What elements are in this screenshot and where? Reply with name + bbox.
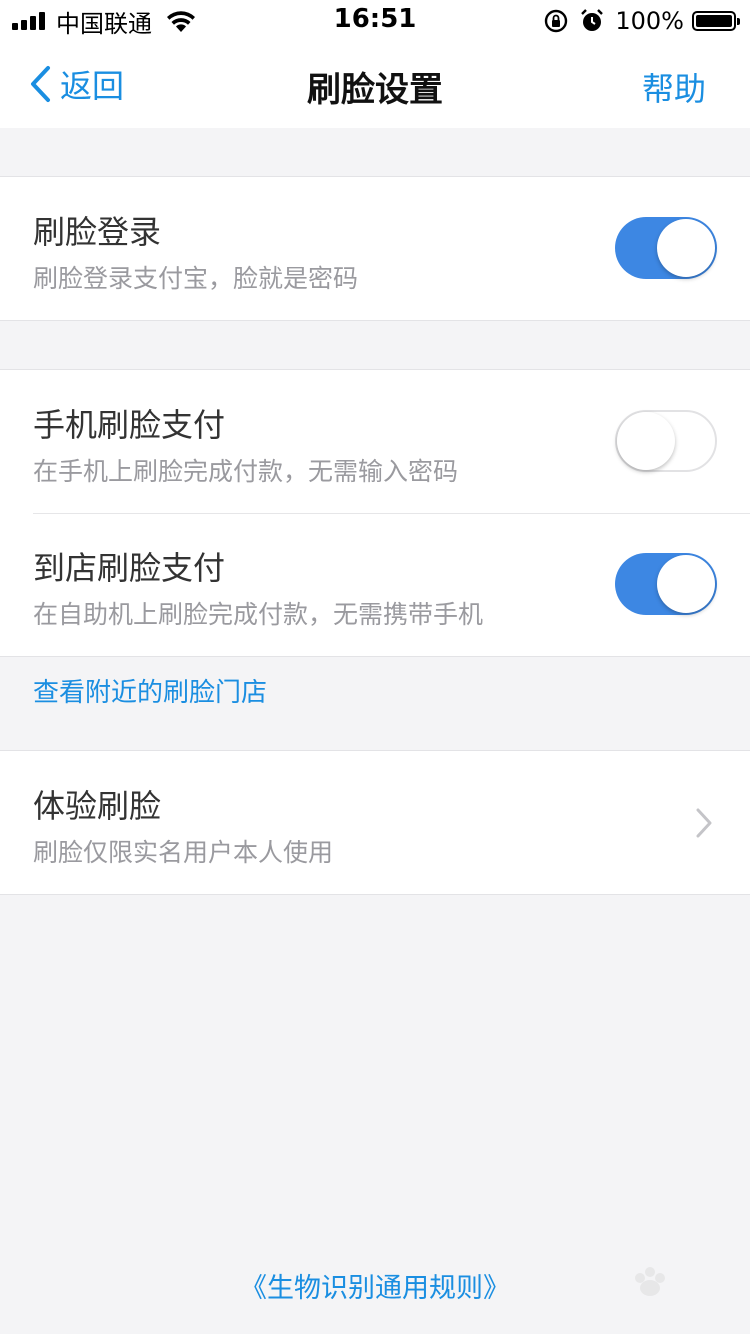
try-face-row[interactable]: 体验刷脸 刷脸仅限实名用户本人使用 [0,751,750,894]
page-title: 刷脸设置 [307,70,443,110]
face-login-row: 刷脸登录 刷脸登录支付宝，脸就是密码 [0,177,750,320]
store-face-pay-title: 到店刷脸支付 [33,549,226,587]
try-face-title: 体验刷脸 [33,787,162,825]
battery-icon [692,11,740,31]
store-face-pay-toggle[interactable] [615,553,717,615]
navigation-bar: 返回 刷脸设置 帮助 [0,40,750,128]
battery-percent: 100% [615,7,684,35]
phone-face-pay-toggle[interactable] [615,410,717,472]
toggle-knob [657,555,715,613]
chevron-right-icon [696,808,712,838]
nearby-stores-link[interactable]: 查看附近的刷脸门店 [33,672,267,709]
face-login-title: 刷脸登录 [33,213,162,251]
face-pay-group: 手机刷脸支付 在手机上刷脸完成付款，无需输入密码 到店刷脸支付 在自助机上刷脸完… [0,369,750,657]
status-bar: 中国联通 16:51 100% [0,0,750,40]
help-button[interactable]: 帮助 [642,64,706,110]
phone-face-pay-row: 手机刷脸支付 在手机上刷脸完成付款，无需输入密码 [0,370,750,513]
toggle-knob [617,412,675,470]
try-face-group: 体验刷脸 刷脸仅限实名用户本人使用 [0,750,750,895]
face-login-group: 刷脸登录 刷脸登录支付宝，脸就是密码 [0,176,750,321]
face-login-toggle[interactable] [615,217,717,279]
phone-face-pay-subtitle: 在手机上刷脸完成付款，无需输入密码 [33,457,459,486]
store-face-pay-subtitle: 在自助机上刷脸完成付款，无需携带手机 [33,600,484,629]
toggle-knob [657,219,715,277]
orientation-lock-icon [545,9,568,33]
phone-face-pay-title: 手机刷脸支付 [33,406,226,444]
try-face-subtitle: 刷脸仅限实名用户本人使用 [33,838,334,867]
status-right: 100% [543,6,740,36]
store-face-pay-row: 到店刷脸支付 在自助机上刷脸完成付款，无需携带手机 [0,513,750,656]
alarm-icon [581,9,604,31]
face-login-subtitle: 刷脸登录支付宝，脸就是密码 [33,264,359,293]
watermark-logo-icon [635,1267,665,1296]
